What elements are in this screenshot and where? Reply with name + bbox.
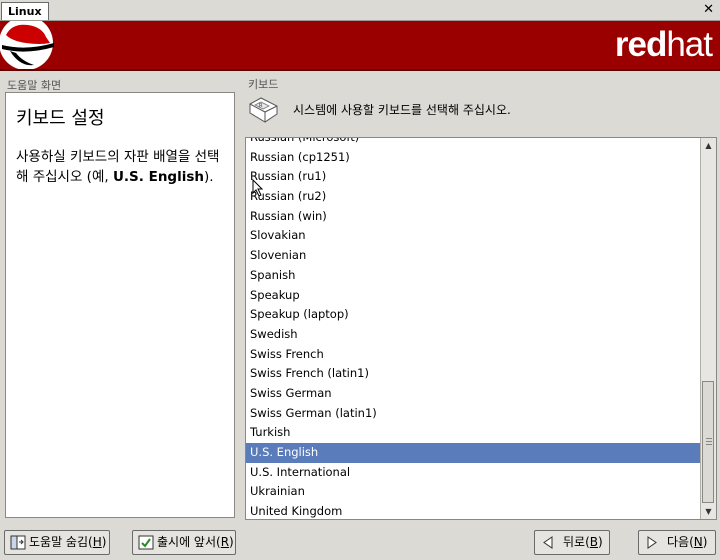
mouse-pointer-icon <box>252 179 264 197</box>
keyboard-list-item[interactable]: Turkish <box>246 423 701 443</box>
hide-help-label: 도움말 숨김(H) <box>29 535 107 549</box>
keyboard-list-item[interactable]: Russian (win) <box>246 207 701 227</box>
keyboard-list-item[interactable]: Swiss German (latin1) <box>246 404 701 424</box>
scroll-down-icon[interactable]: ▼ <box>701 504 716 519</box>
help-pane: 키보드 설정 사용하실 키보드의 자판 배열을 선택해 주십시오 (예, U.S… <box>5 92 235 518</box>
keyboard-list[interactable]: Russian (Microsoft) Russian (cp1251) Russi… <box>245 137 717 520</box>
keyboard-list-item[interactable]: Swiss French (latin1) <box>246 364 701 384</box>
window-title: Linux <box>1 2 49 20</box>
next-arrow-icon <box>647 536 657 549</box>
keyboard-list-item[interactable]: U.S. English <box>246 443 701 463</box>
keyboard-list-item[interactable]: Swedish <box>246 325 701 345</box>
next-label: 다음(N) <box>667 535 708 549</box>
scrollbar-thumb[interactable] <box>702 381 714 503</box>
redhat-wordmark: redhat <box>614 25 713 64</box>
release-notes-icon <box>138 535 154 550</box>
keyboard-list-item[interactable]: Spanish <box>246 266 701 286</box>
close-icon[interactable]: ✕ <box>703 2 714 18</box>
keyboard-list-item[interactable]: Slovenian <box>246 246 701 266</box>
keyboard-list-item[interactable]: U.S. International <box>246 463 701 483</box>
keyboard-section-label: 키보드 <box>248 78 279 91</box>
release-notes-button[interactable]: 출시에 앞서(R) <box>132 530 236 555</box>
back-button[interactable]: 뒤로(B) <box>534 530 610 555</box>
back-label: 뒤로(B) <box>563 535 603 549</box>
keyboard-list-item[interactable]: Russian (Microsoft) <box>246 138 701 148</box>
redhat-banner: redhat <box>0 21 720 71</box>
hide-help-button[interactable]: 도움말 숨김(H) <box>4 530 110 555</box>
svg-text:R: R <box>259 103 263 109</box>
scroll-up-icon[interactable]: ▲ <box>701 138 716 153</box>
release-notes-label: 출시에 앞서(R) <box>157 535 234 549</box>
keyboard-list-item[interactable]: Speakup (laptop) <box>246 305 701 325</box>
keyboard-list-item[interactable]: Swiss French <box>246 345 701 365</box>
keyboard-list-item[interactable]: Russian (ru2) <box>246 187 701 207</box>
keyboard-header: R 시스템에 사용할 키보드를 선택해 주십시오. <box>245 93 715 129</box>
keyboard-list-items: Russian (Microsoft) Russian (cp1251) Russi… <box>246 138 701 519</box>
keyboard-list-item[interactable]: Slovakian <box>246 226 701 246</box>
back-arrow-icon <box>543 536 553 549</box>
list-scrollbar[interactable]: ▲ ▼ <box>700 138 716 519</box>
keyboard-list-item[interactable]: Russian (ru1) <box>246 167 701 187</box>
keyboard-list-item[interactable]: Speakup <box>246 286 701 306</box>
keyboard-list-item[interactable]: Russian (cp1251) <box>246 148 701 168</box>
window-titlebar: Linux ✕ <box>0 0 720 21</box>
help-title: 키보드 설정 <box>16 108 105 129</box>
keyboard-instruction: 시스템에 사용할 키보드를 선택해 주십시오. <box>293 103 511 117</box>
keyboard-icon: R <box>249 97 278 123</box>
keyboard-list-item[interactable]: Swiss German <box>246 384 701 404</box>
keyboard-list-item[interactable]: Ukrainian <box>246 482 701 502</box>
help-text: 사용하실 키보드의 자판 배열을 선택해 주십시오 (예, U.S. Engli… <box>16 149 220 185</box>
help-toggle-icon <box>10 535 26 550</box>
next-button[interactable]: 다음(N) <box>638 530 716 555</box>
shadowman-logo <box>0 21 60 69</box>
keyboard-list-item[interactable]: United Kingdom <box>246 502 701 519</box>
help-pane-label: 도움말 화면 <box>7 79 62 92</box>
